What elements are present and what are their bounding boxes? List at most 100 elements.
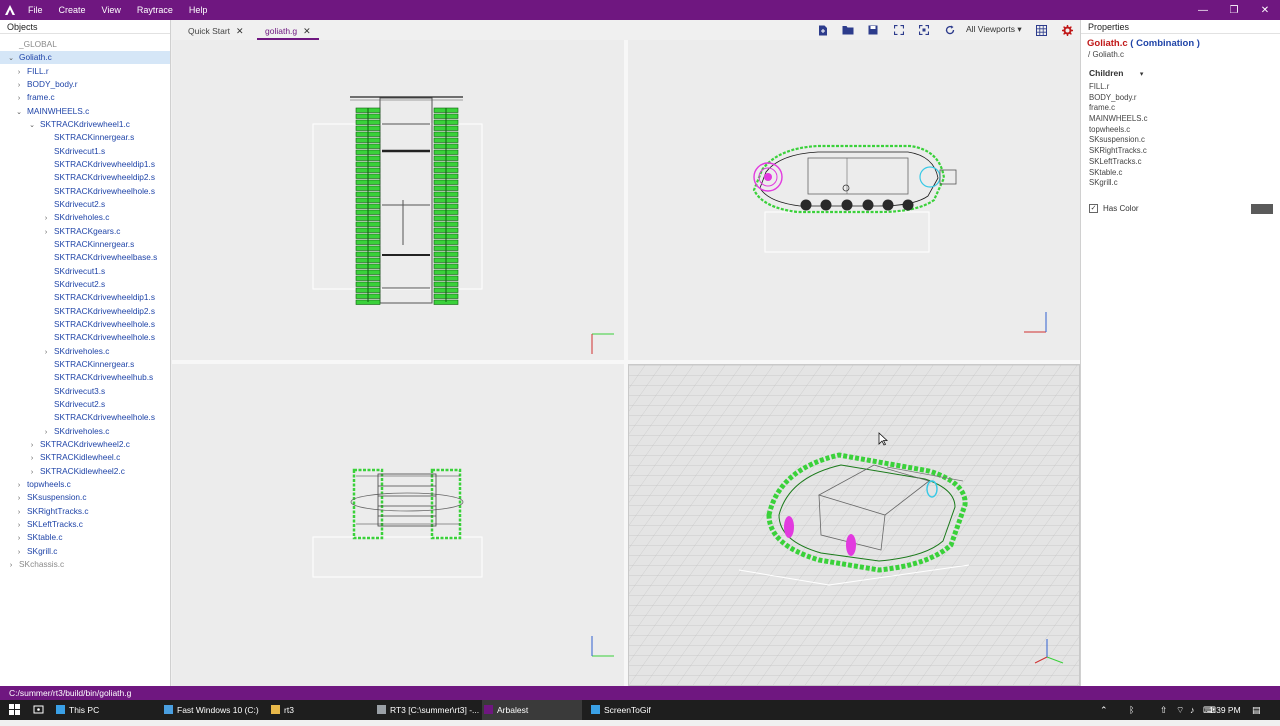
fit-screen-icon[interactable] xyxy=(892,24,906,36)
menu-view[interactable]: View xyxy=(94,5,129,15)
volume-icon[interactable]: ♪ xyxy=(1190,700,1195,720)
tree-item[interactable]: SKTRACKinnergear.s xyxy=(0,131,170,144)
chevron-right-icon[interactable]: › xyxy=(15,546,23,559)
tree-item[interactable]: SKTRACKdrivewheeldip1.s xyxy=(0,291,170,304)
notification-icon[interactable]: ▤ xyxy=(1252,700,1261,720)
save-icon[interactable] xyxy=(866,24,880,36)
viewport-top[interactable] xyxy=(172,40,624,360)
tree-item[interactable]: SKTRACKdrivewheelbase.s xyxy=(0,251,170,264)
chevron-right-icon[interactable]: › xyxy=(28,452,36,465)
child-item[interactable]: MAINWHEELS.c xyxy=(1089,114,1147,125)
tree-item[interactable]: ⌄ SKTRACKdrivewheel1.c xyxy=(0,118,170,131)
menu-create[interactable]: Create xyxy=(51,5,94,15)
tab-goliath[interactable]: goliath.g ✕ xyxy=(257,22,319,40)
reset-view-icon[interactable] xyxy=(943,24,957,36)
tree-item[interactable]: › frame.c xyxy=(0,91,170,104)
tree-item[interactable]: SKTRACKinnergear.s xyxy=(0,238,170,251)
taskbar-item[interactable]: rt3 xyxy=(269,700,369,720)
chevron-right-icon[interactable]: › xyxy=(15,479,23,492)
tree-item[interactable]: › SKdriveholes.c xyxy=(0,345,170,358)
chevron-right-icon[interactable]: › xyxy=(15,519,23,532)
tree-item[interactable]: SKTRACKdrivewheelhub.s xyxy=(0,371,170,384)
minimize-button[interactable]: — xyxy=(1188,0,1218,20)
tree-item[interactable]: SKTRACKdrivewheelhole.s xyxy=(0,318,170,331)
child-item[interactable]: SKgrill.c xyxy=(1089,178,1147,189)
taskbar-item[interactable]: Fast Windows 10 (C:) xyxy=(162,700,262,720)
child-item[interactable]: BODY_body.r xyxy=(1089,93,1147,104)
tree-item[interactable]: › SKTRACKdrivewheel2.c xyxy=(0,438,170,451)
fit-selection-icon[interactable] xyxy=(917,24,931,36)
tree-item[interactable]: › SKLeftTracks.c xyxy=(0,518,170,531)
wifi-icon[interactable]: ⌔ xyxy=(1176,700,1184,720)
tree-item[interactable]: SKdrivecut1.s xyxy=(0,145,170,158)
tree-item[interactable]: SKdrivecut1.s xyxy=(0,265,170,278)
child-item[interactable]: FILL.r xyxy=(1089,82,1147,93)
tree-item[interactable]: SKTRACKdrivewheeldip2.s xyxy=(0,305,170,318)
menu-raytrace[interactable]: Raytrace xyxy=(129,5,181,15)
viewport-select[interactable]: All Viewports ▾ xyxy=(966,24,1022,35)
child-item[interactable]: frame.c xyxy=(1089,103,1147,114)
chevron-right-icon[interactable]: › xyxy=(15,66,23,79)
children-header[interactable]: Children ▾ xyxy=(1089,68,1143,78)
chevron-right-icon[interactable]: › xyxy=(28,466,36,479)
child-item[interactable]: SKRightTracks.c xyxy=(1089,146,1147,157)
open-folder-icon[interactable] xyxy=(841,24,855,36)
tree-item[interactable]: › SKdriveholes.c xyxy=(0,425,170,438)
child-item[interactable]: SKtable.c xyxy=(1089,168,1147,179)
chevron-right-icon[interactable]: › xyxy=(15,492,23,505)
chevron-right-icon[interactable]: › xyxy=(15,532,23,545)
tree-item[interactable]: SKTRACKdrivewheelhole.s xyxy=(0,331,170,344)
menu-help[interactable]: Help xyxy=(181,5,216,15)
color-swatch[interactable] xyxy=(1251,204,1273,214)
tree-item[interactable]: › SKTRACKidlewheel.c xyxy=(0,451,170,464)
chevron-down-icon[interactable]: ⌄ xyxy=(7,52,15,65)
tree-item[interactable]: › FILL.r xyxy=(0,65,170,78)
chevron-right-icon[interactable]: › xyxy=(15,506,23,519)
chevron-right-icon[interactable]: › xyxy=(42,426,50,439)
new-file-icon[interactable] xyxy=(816,24,830,36)
close-button[interactable]: ✕ xyxy=(1250,0,1280,20)
tree-item[interactable]: SKdrivecut3.s xyxy=(0,385,170,398)
tree-item[interactable]: SKdrivecut2.s xyxy=(0,278,170,291)
chevron-right-icon[interactable]: › xyxy=(28,439,36,452)
close-icon[interactable]: ✕ xyxy=(236,26,244,36)
tree-item[interactable]: SKTRACKinnergear.s xyxy=(0,358,170,371)
tree-item[interactable]: ⌄ Goliath.c xyxy=(0,51,170,65)
tree-item[interactable]: SKdrivecut2.s xyxy=(0,398,170,411)
tree-item[interactable]: › SKchassis.c xyxy=(0,558,170,571)
tree-item[interactable]: › SKdriveholes.c xyxy=(0,211,170,224)
viewport-perspective[interactable] xyxy=(628,364,1080,686)
tree-item[interactable]: SKTRACKdrivewheelhole.s xyxy=(0,411,170,424)
child-item[interactable]: SKLeftTracks.c xyxy=(1089,157,1147,168)
tree-item[interactable]: › SKTRACKidlewheel2.c xyxy=(0,465,170,478)
taskbar-item[interactable]: Arbalest xyxy=(482,700,582,720)
child-item[interactable]: topwheels.c xyxy=(1089,125,1147,136)
tree-item[interactable]: SKTRACKdrivewheelhole.s xyxy=(0,185,170,198)
chevron-up-icon[interactable]: ⌃ xyxy=(1100,700,1108,720)
up-arrow-icon[interactable]: ⇧ xyxy=(1160,700,1168,720)
grid-icon[interactable] xyxy=(1034,24,1048,36)
chevron-right-icon[interactable]: › xyxy=(42,346,50,359)
chevron-right-icon[interactable]: › xyxy=(7,559,15,572)
tab-quick-start[interactable]: Quick Start ✕ xyxy=(180,22,252,40)
viewport-side[interactable] xyxy=(628,40,1080,360)
chevron-down-icon[interactable]: ⌄ xyxy=(15,106,23,119)
tree-item[interactable]: › SKgrill.c xyxy=(0,545,170,558)
close-icon[interactable]: ✕ xyxy=(303,26,311,36)
windows-start-icon[interactable] xyxy=(4,700,24,720)
chevron-down-icon[interactable]: ⌄ xyxy=(28,119,36,132)
taskbar-item[interactable]: RT3 [C:\summer\rt3] -... xyxy=(375,700,479,720)
tree-item[interactable]: SKTRACKdrivewheeldip1.s xyxy=(0,158,170,171)
tree-item[interactable]: SKdrivecut2.s xyxy=(0,198,170,211)
chevron-right-icon[interactable]: › xyxy=(42,212,50,225)
chevron-right-icon[interactable]: › xyxy=(42,226,50,239)
gear-icon[interactable] xyxy=(1060,24,1074,36)
bluetooth-icon[interactable]: ᛒ xyxy=(1129,700,1134,720)
chevron-right-icon[interactable]: › xyxy=(15,79,23,92)
tree-item[interactable]: › SKtable.c xyxy=(0,531,170,544)
menu-file[interactable]: File xyxy=(20,5,51,15)
child-item[interactable]: SKsuspension.c xyxy=(1089,135,1147,146)
taskbar-item[interactable]: This PC xyxy=(54,700,152,720)
viewport-front[interactable] xyxy=(172,364,624,686)
has-color-checkbox[interactable]: ✓ xyxy=(1089,204,1098,213)
